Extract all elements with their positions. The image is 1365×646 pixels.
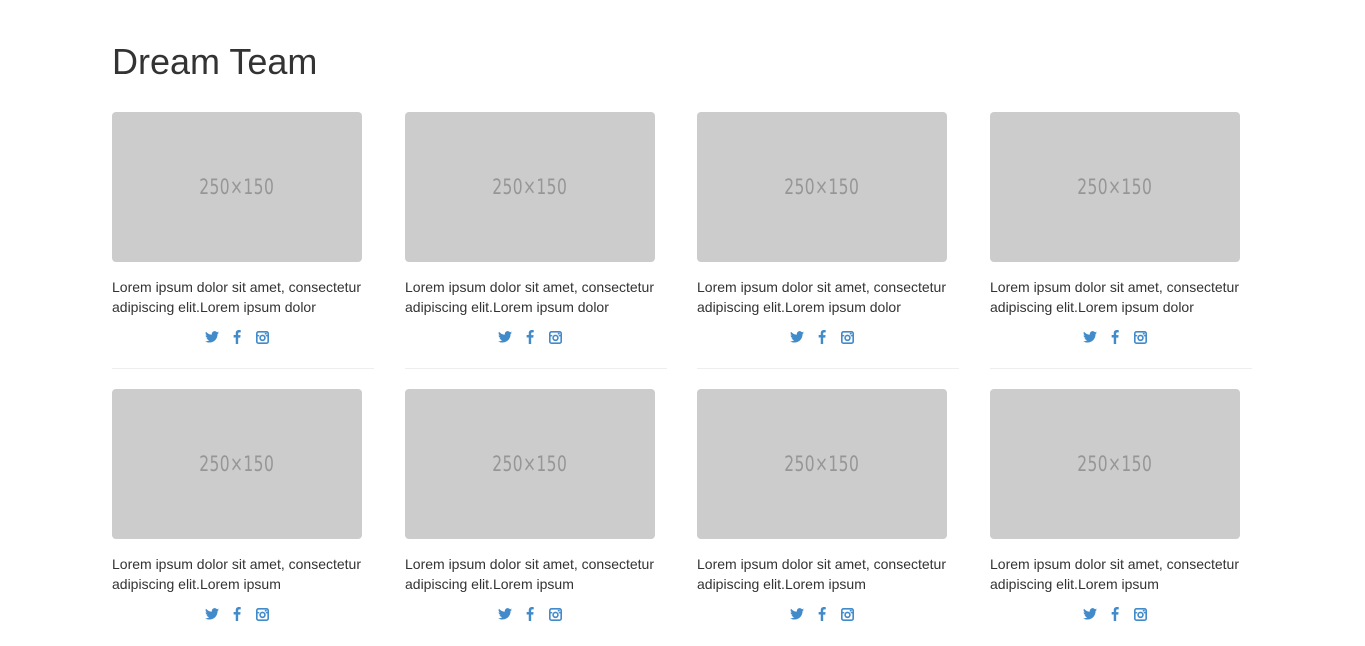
facebook-icon[interactable]: [230, 607, 245, 622]
twitter-icon[interactable]: [1083, 330, 1098, 345]
instagram-icon[interactable]: [548, 607, 563, 622]
member-description: Lorem ipsum dolor sit amet, consectetur …: [405, 279, 654, 315]
team-member-card: 250×150 Lorem ipsum dolor sit amet, cons…: [990, 112, 1252, 369]
instagram-icon[interactable]: [255, 607, 270, 622]
social-links: [990, 605, 1240, 623]
twitter-icon[interactable]: [1083, 607, 1098, 622]
team-member-card: 250×150 Lorem ipsum dolor sit amet, cons…: [112, 112, 374, 369]
member-description: Lorem ipsum dolor sit amet, consectetur …: [112, 279, 361, 315]
team-member-card: 250×150 Lorem ipsum dolor sit amet, cons…: [697, 389, 959, 646]
twitter-icon[interactable]: [498, 607, 513, 622]
social-links: [112, 605, 362, 623]
member-description: Lorem ipsum dolor sit amet, consectetur …: [405, 556, 654, 592]
team-member-card: 250×150 Lorem ipsum dolor sit amet, cons…: [697, 112, 959, 369]
placeholder-size-label: 250×150: [1077, 175, 1153, 199]
placeholder-size-label: 250×150: [199, 452, 275, 476]
social-links: [405, 605, 655, 623]
member-photo-placeholder: 250×150: [990, 112, 1240, 262]
placeholder-size-label: 250×150: [492, 175, 568, 199]
placeholder-size-label: 250×150: [492, 452, 568, 476]
team-member-card: 250×150 Lorem ipsum dolor sit amet, cons…: [990, 389, 1252, 646]
member-description: Lorem ipsum dolor sit amet, consectetur …: [697, 556, 946, 592]
facebook-icon[interactable]: [523, 330, 538, 345]
team-member-card: 250×150 Lorem ipsum dolor sit amet, cons…: [405, 112, 667, 369]
team-member-card: 250×150 Lorem ipsum dolor sit amet, cons…: [405, 389, 667, 646]
social-links: [697, 328, 947, 346]
facebook-icon[interactable]: [1108, 607, 1123, 622]
member-photo-placeholder: 250×150: [112, 389, 362, 539]
member-description: Lorem ipsum dolor sit amet, consectetur …: [697, 279, 946, 315]
twitter-icon[interactable]: [205, 607, 220, 622]
facebook-icon[interactable]: [523, 607, 538, 622]
instagram-icon[interactable]: [1133, 330, 1148, 345]
placeholder-size-label: 250×150: [1077, 452, 1153, 476]
placeholder-size-label: 250×150: [199, 175, 275, 199]
instagram-icon[interactable]: [548, 330, 563, 345]
member-photo-placeholder: 250×150: [697, 112, 947, 262]
twitter-icon[interactable]: [205, 330, 220, 345]
facebook-icon[interactable]: [815, 607, 830, 622]
social-links: [990, 328, 1240, 346]
instagram-icon[interactable]: [840, 607, 855, 622]
team-row: 250×150 Lorem ipsum dolor sit amet, cons…: [112, 389, 1252, 646]
team-row: 250×150 Lorem ipsum dolor sit amet, cons…: [112, 112, 1252, 369]
member-photo-placeholder: 250×150: [405, 389, 655, 539]
instagram-icon[interactable]: [840, 330, 855, 345]
instagram-icon[interactable]: [1133, 607, 1148, 622]
member-description: Lorem ipsum dolor sit amet, consectetur …: [112, 556, 361, 592]
member-description: Lorem ipsum dolor sit amet, consectetur …: [990, 279, 1239, 315]
divider: [405, 368, 667, 369]
divider: [990, 368, 1252, 369]
twitter-icon[interactable]: [790, 607, 805, 622]
social-links: [697, 605, 947, 623]
member-photo-placeholder: 250×150: [697, 389, 947, 539]
divider: [697, 368, 959, 369]
team-member-card: 250×150 Lorem ipsum dolor sit amet, cons…: [112, 389, 374, 646]
member-photo-placeholder: 250×150: [112, 112, 362, 262]
placeholder-size-label: 250×150: [784, 175, 860, 199]
divider: [112, 368, 374, 369]
facebook-icon[interactable]: [230, 330, 245, 345]
facebook-icon[interactable]: [815, 330, 830, 345]
page-title: Dream Team: [112, 41, 318, 82]
member-description: Lorem ipsum dolor sit amet, consectetur …: [990, 556, 1239, 592]
member-photo-placeholder: 250×150: [405, 112, 655, 262]
placeholder-size-label: 250×150: [784, 452, 860, 476]
twitter-icon[interactable]: [790, 330, 805, 345]
social-links: [405, 328, 655, 346]
twitter-icon[interactable]: [498, 330, 513, 345]
member-photo-placeholder: 250×150: [990, 389, 1240, 539]
facebook-icon[interactable]: [1108, 330, 1123, 345]
instagram-icon[interactable]: [255, 330, 270, 345]
social-links: [112, 328, 362, 346]
